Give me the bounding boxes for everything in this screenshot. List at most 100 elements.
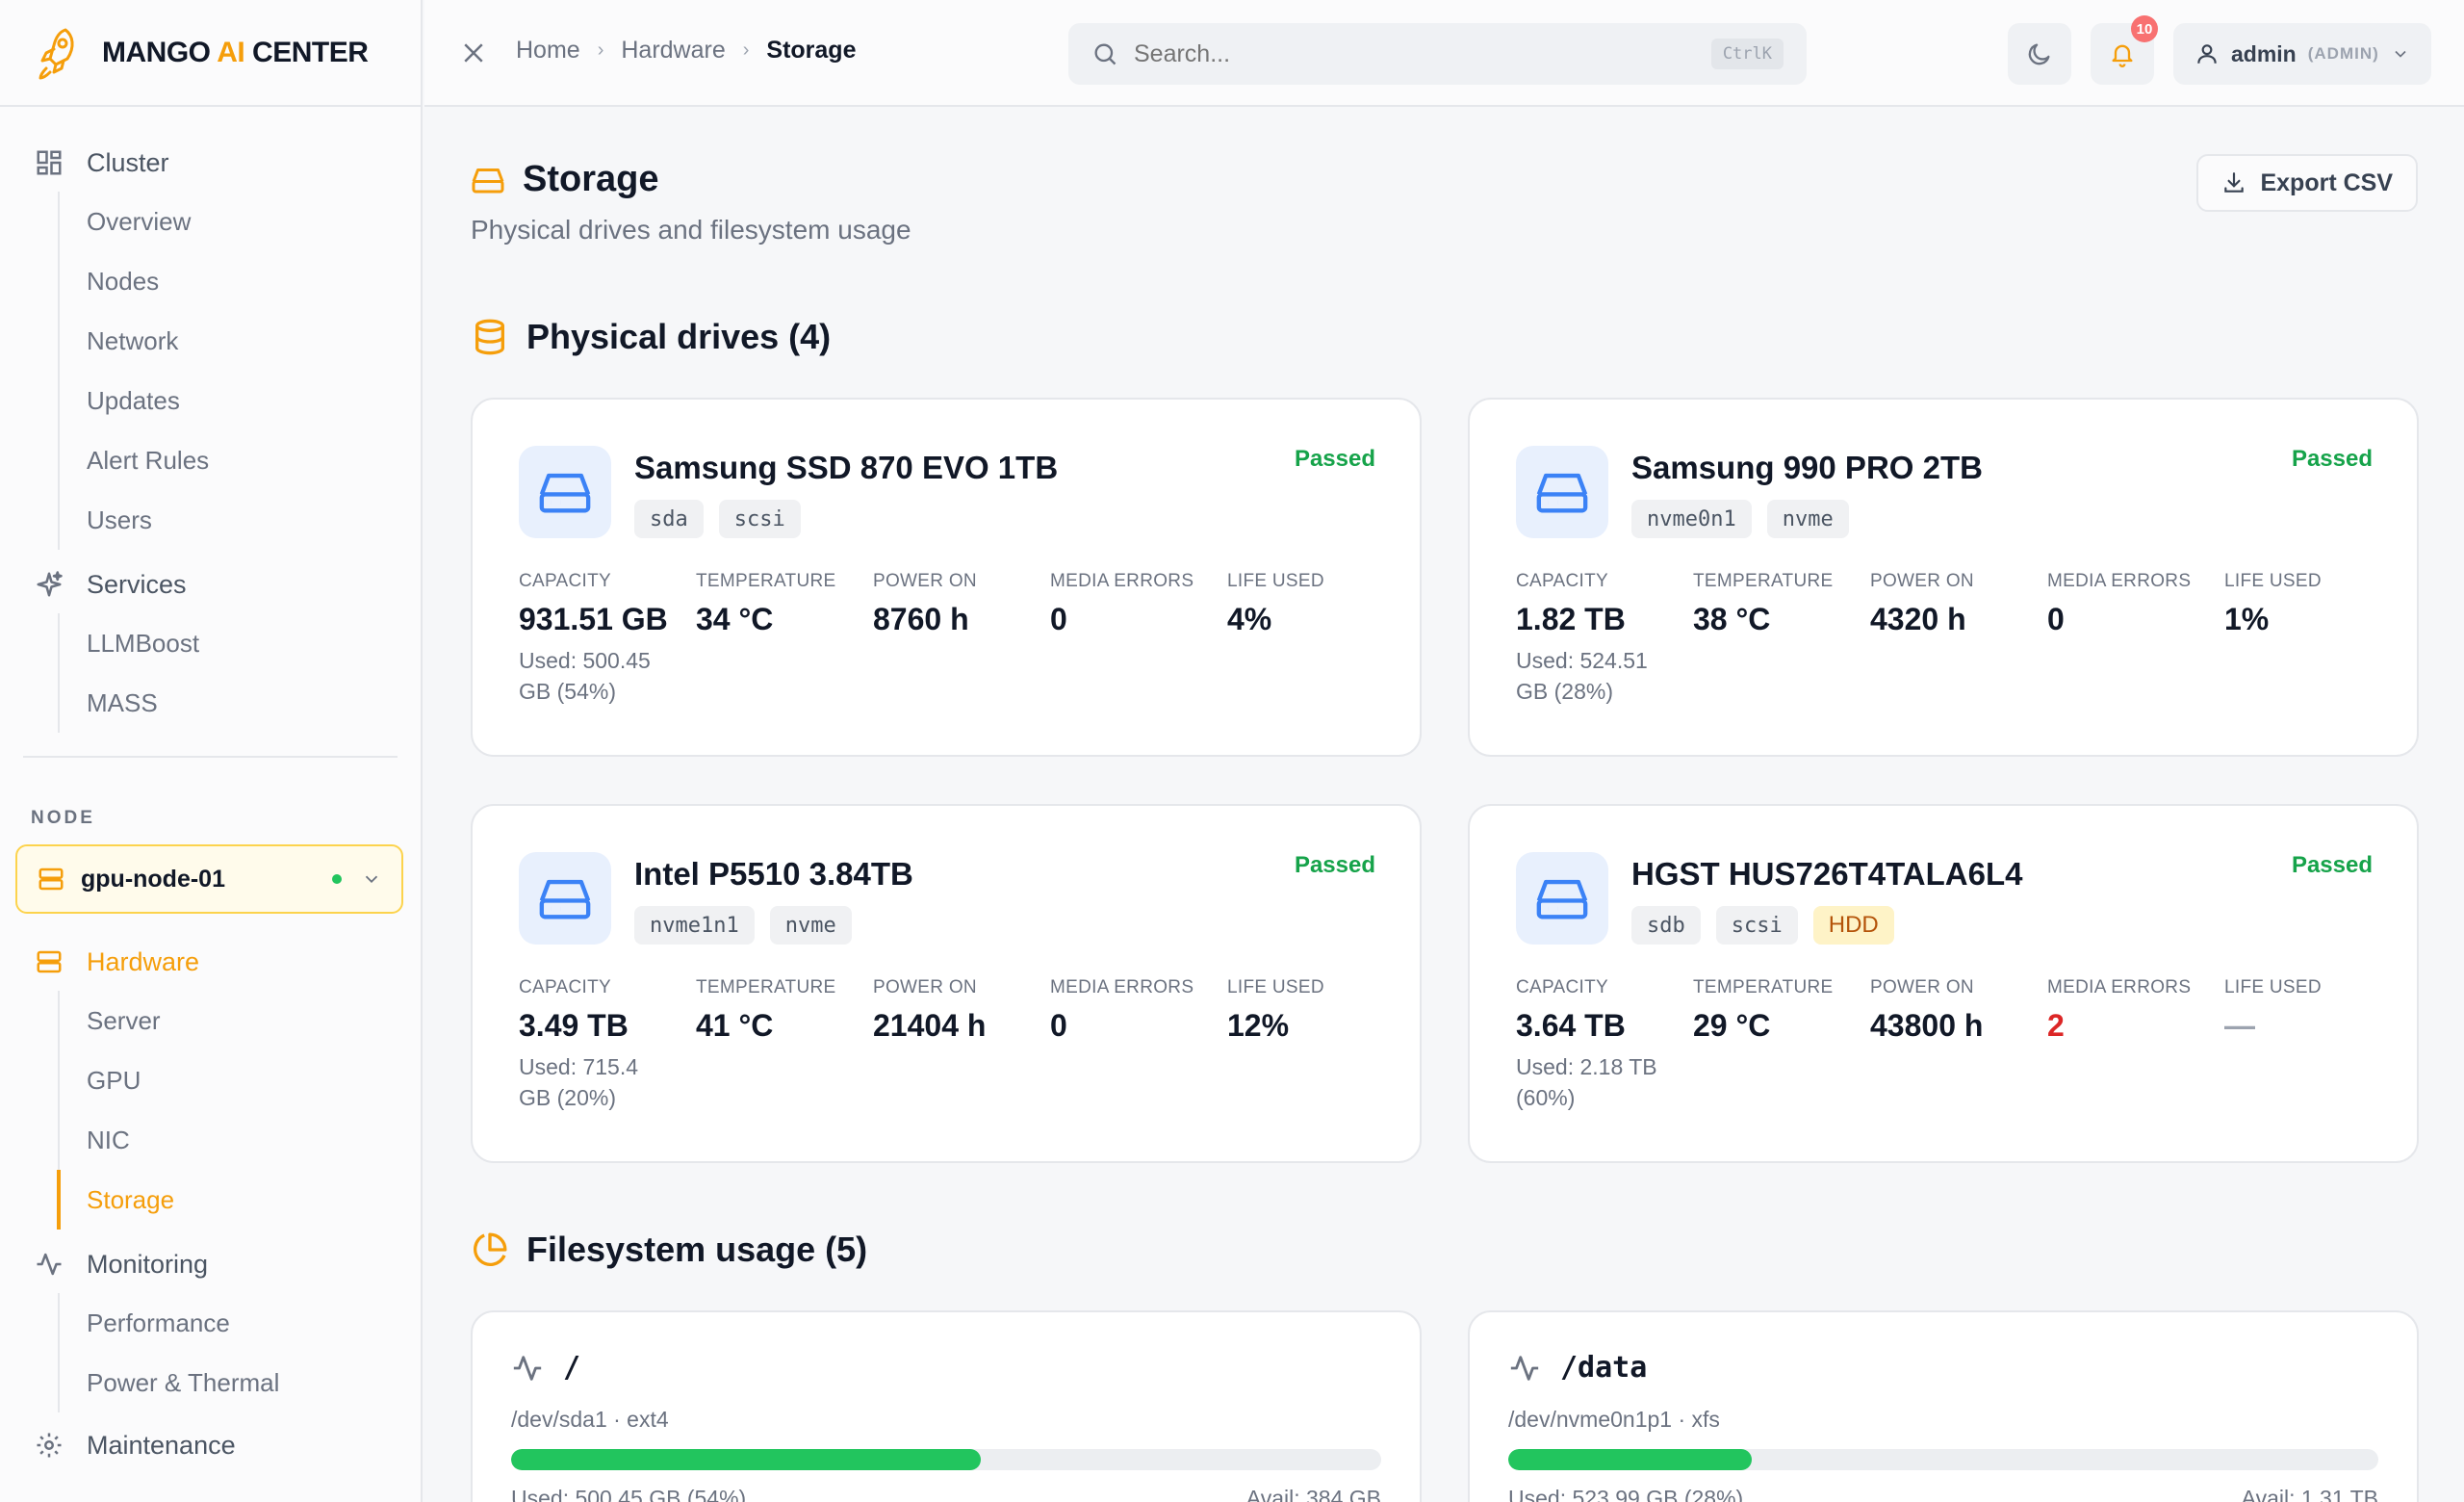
metric-temperature: TEMPERATURE 38 °C	[1693, 571, 1870, 707]
drive-icon-tile	[1516, 852, 1608, 945]
usage-bar-fill	[511, 1449, 982, 1470]
metric-capacity: CAPACITY 931.51 GB Used: 500.45 GB (54%)	[519, 571, 696, 707]
drive-icon-tile	[519, 852, 611, 945]
dashboard-grid-icon	[37, 150, 62, 175]
sparkles-icon	[37, 571, 63, 597]
metric-power-on: POWER ON 8760 h	[873, 571, 1050, 707]
metric-power-on: POWER ON 21404 h	[873, 977, 1050, 1113]
notifications-button[interactable]: 10	[2091, 15, 2158, 85]
page-title-text: Storage	[523, 159, 659, 199]
nav-group-maintenance[interactable]: Maintenance	[0, 1416, 421, 1474]
bell-icon	[2112, 44, 2133, 67]
device-tag: sda	[634, 500, 704, 538]
metric-value: 2	[2047, 1008, 2065, 1043]
mount-point: /	[563, 1351, 581, 1385]
sidebar: MANGO AI CENTER Cluster Overview Nodes N…	[0, 0, 423, 1502]
filesystem-device: /dev/sda1 · ext4	[511, 1407, 669, 1432]
nav-group-monitoring[interactable]: Monitoring	[0, 1235, 421, 1293]
metric-life-used: LIFE USED 12%	[1227, 977, 1404, 1113]
drive-metrics: CAPACITY 3.49 TB Used: 715.4 GB (20%) TE…	[519, 977, 1404, 1113]
gear-icon	[37, 1433, 62, 1458]
sidebar-item-users[interactable]: Users	[60, 490, 421, 550]
sidebar-item-alert-rules[interactable]: Alert Rules	[60, 430, 421, 490]
sidebar-item-nodes[interactable]: Nodes	[60, 251, 421, 311]
hard-drive-icon	[472, 168, 504, 193]
search-input[interactable]	[1134, 39, 1711, 68]
node-name: gpu-node-01	[81, 865, 225, 893]
metric-life-used: LIFE USED 1%	[2224, 571, 2401, 707]
metric-label: POWER ON	[873, 977, 977, 997]
node-selector[interactable]: gpu-node-01	[15, 844, 403, 914]
metric-value: 43800 h	[1870, 1008, 1984, 1043]
bus-tag: scsi	[1715, 906, 1798, 945]
metric-value: —	[2224, 1008, 2255, 1043]
sidebar-item-server[interactable]: Server	[60, 991, 421, 1050]
metric-media-errors: MEDIA ERRORS 2	[2047, 977, 2224, 1113]
device-tag: nvme1n1	[634, 906, 755, 945]
sidebar-item-power-thermal[interactable]: Power & Thermal	[60, 1353, 421, 1412]
hdd-badge: HDD	[1812, 906, 1894, 945]
sidebar-item-gpu[interactable]: GPU	[60, 1050, 421, 1110]
metric-label: TEMPERATURE	[1693, 977, 1834, 997]
breadcrumb-hardware[interactable]: Hardware	[621, 37, 725, 65]
metric-label: CAPACITY	[519, 571, 612, 591]
nav-group-services[interactable]: Services	[0, 556, 421, 613]
sidebar-item-performance[interactable]: Performance	[60, 1293, 421, 1353]
breadcrumb-home[interactable]: Home	[516, 37, 580, 65]
metric-value: 1%	[2224, 602, 2270, 636]
health-status: Passed	[2291, 852, 2373, 878]
drive-card[interactable]: Intel P5510 3.84TB nvme1n1 nvme Passed C…	[471, 804, 1422, 1163]
filesystem-header: /data	[1508, 1351, 1647, 1385]
close-icon[interactable]	[459, 39, 488, 67]
hard-drive-icon	[539, 879, 591, 919]
metric-media-errors: MEDIA ERRORS 0	[2047, 571, 2224, 707]
metric-value: 4320 h	[1870, 602, 1966, 636]
search-box[interactable]: CtrlK	[1068, 23, 1807, 85]
breadcrumb-current: Storage	[766, 37, 857, 64]
drive-card[interactable]: Samsung SSD 870 EVO 1TB sda scsi Passed …	[471, 398, 1422, 757]
filesystem-card[interactable]: /data /dev/nvme0n1p1 · xfs Used: 523.99 …	[1468, 1310, 2419, 1502]
export-csv-button[interactable]: Export CSV	[2196, 154, 2418, 212]
capacity-used: Used: 500.45 GB (54%)	[519, 648, 651, 704]
drive-metrics: CAPACITY 3.64 TB Used: 2.18 TB (60%) TEM…	[1516, 977, 2401, 1113]
filesystem-card[interactable]: / /dev/sda1 · ext4 Used: 500.45 GB (54%)…	[471, 1310, 1422, 1502]
metric-label: TEMPERATURE	[1693, 571, 1834, 591]
drive-name: Samsung 990 PRO 2TB	[1631, 450, 1983, 485]
chevron-down-icon	[365, 875, 378, 884]
metric-value: 3.49 TB	[519, 1008, 629, 1043]
capacity-used: Used: 715.4 GB (20%)	[519, 1054, 639, 1110]
drives-section-title: Physical drives (4)	[471, 317, 831, 357]
sidebar-item-llmboost[interactable]: LLMBoost	[60, 613, 421, 673]
metric-value: 12%	[1227, 1008, 1290, 1043]
usage-bar-fill	[1508, 1449, 1753, 1470]
theme-toggle-button[interactable]	[2008, 23, 2071, 85]
drive-name: Intel P5510 3.84TB	[634, 856, 913, 892]
sidebar-divider	[23, 756, 398, 758]
nav-group-cluster[interactable]: Cluster	[0, 134, 421, 192]
nav-group-hardware[interactable]: Hardware	[0, 933, 421, 991]
moon-icon	[2028, 43, 2050, 65]
brand-name: MANGO AI CENTER	[102, 36, 369, 68]
nav-group-label: Hardware	[87, 946, 200, 976]
bus-tag: nvme	[1766, 500, 1849, 538]
metric-media-errors: MEDIA ERRORS 0	[1050, 571, 1227, 707]
user-menu-button[interactable]: admin (ADMIN)	[2173, 23, 2431, 85]
drive-card[interactable]: HGST HUS726T4TALA6L4 sdb scsi HDD Passed…	[1468, 804, 2419, 1163]
chevron-down-icon	[2395, 50, 2406, 58]
bus-tag: nvme	[769, 906, 852, 945]
metric-power-on: POWER ON 43800 h	[1870, 977, 2047, 1113]
sidebar-item-updates[interactable]: Updates	[60, 371, 421, 430]
breadcrumb: Home › Hardware › Storage	[516, 37, 857, 65]
drive-card[interactable]: Samsung 990 PRO 2TB nvme0n1 nvme Passed …	[1468, 398, 2419, 757]
brand[interactable]: MANGO AI CENTER	[0, 0, 421, 107]
nav-group-label: Cluster	[87, 147, 169, 177]
sidebar-item-network[interactable]: Network	[60, 311, 421, 371]
metric-value: 38 °C	[1693, 602, 1771, 636]
node-status-dot	[332, 874, 342, 884]
sidebar-item-mass[interactable]: MASS	[60, 673, 421, 733]
sidebar-item-overview[interactable]: Overview	[60, 192, 421, 251]
sidebar-item-nic[interactable]: NIC	[60, 1110, 421, 1170]
metric-value: 41 °C	[696, 1008, 774, 1043]
export-csv-label: Export CSV	[2260, 168, 2393, 196]
sidebar-item-storage[interactable]: Storage	[57, 1170, 421, 1230]
